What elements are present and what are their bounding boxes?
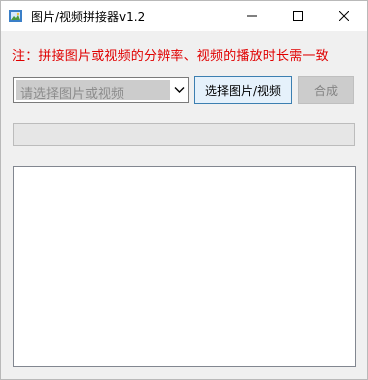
app-icon [8,8,24,24]
requirement-note: 注：拼接图片或视频的分辨率、视频的播放时长需一致 [12,49,329,64]
close-button[interactable] [321,1,367,31]
selector-field: 请选择图片或视频 [16,80,170,102]
pick-media-button[interactable]: 选择图片/视频 [194,76,292,104]
close-icon [339,11,349,21]
selector-placeholder: 请选择图片或视频 [20,87,125,102]
compose-button[interactable]: 合成 [298,76,354,104]
client-area: 注：拼接图片或视频的分辨率、视频的播放时长需一致 请选择图片或视频 选择图片/视… [1,31,367,379]
chevron-down-icon[interactable] [174,86,185,94]
minimize-icon [247,15,257,17]
minimize-button[interactable] [229,1,275,31]
window-title: 图片/视频拼接器v1.2 [31,10,146,24]
maximize-icon [293,11,303,21]
media-selector[interactable]: 请选择图片或视频 [13,77,189,103]
maximize-button[interactable] [275,1,321,31]
progress-bar [13,123,355,146]
title-bar[interactable]: 图片/视频拼接器v1.2 [1,1,367,31]
file-list[interactable] [13,166,356,367]
app-window: 图片/视频拼接器v1.2 注：拼接图片或视频的分辨率、视频的播放时长需一致 请选… [0,0,368,380]
